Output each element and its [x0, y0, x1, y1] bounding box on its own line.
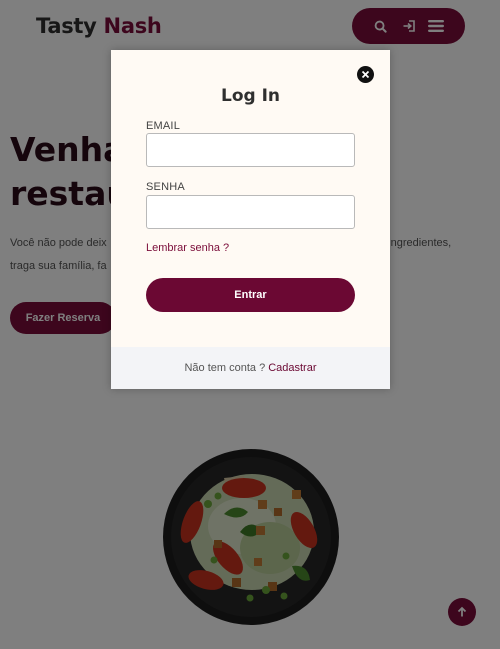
login-modal: Log In EMAIL SENHA Lembrar senha ? Entra…	[111, 50, 390, 389]
close-icon	[361, 70, 370, 79]
no-account-text: Não tem conta ?	[184, 362, 266, 374]
close-button[interactable]	[357, 66, 374, 83]
email-field[interactable]	[146, 133, 355, 167]
remember-password-link[interactable]: Lembrar senha ?	[146, 242, 229, 254]
email-label: EMAIL	[146, 120, 181, 132]
password-label: SENHA	[146, 181, 185, 193]
password-field[interactable]	[146, 195, 355, 229]
login-submit-button[interactable]: Entrar	[146, 278, 355, 312]
modal-title: Log In	[220, 86, 281, 106]
signup-link[interactable]: Cadastrar	[268, 362, 316, 374]
modal-footer: Não tem conta ? Cadastrar	[111, 347, 390, 389]
